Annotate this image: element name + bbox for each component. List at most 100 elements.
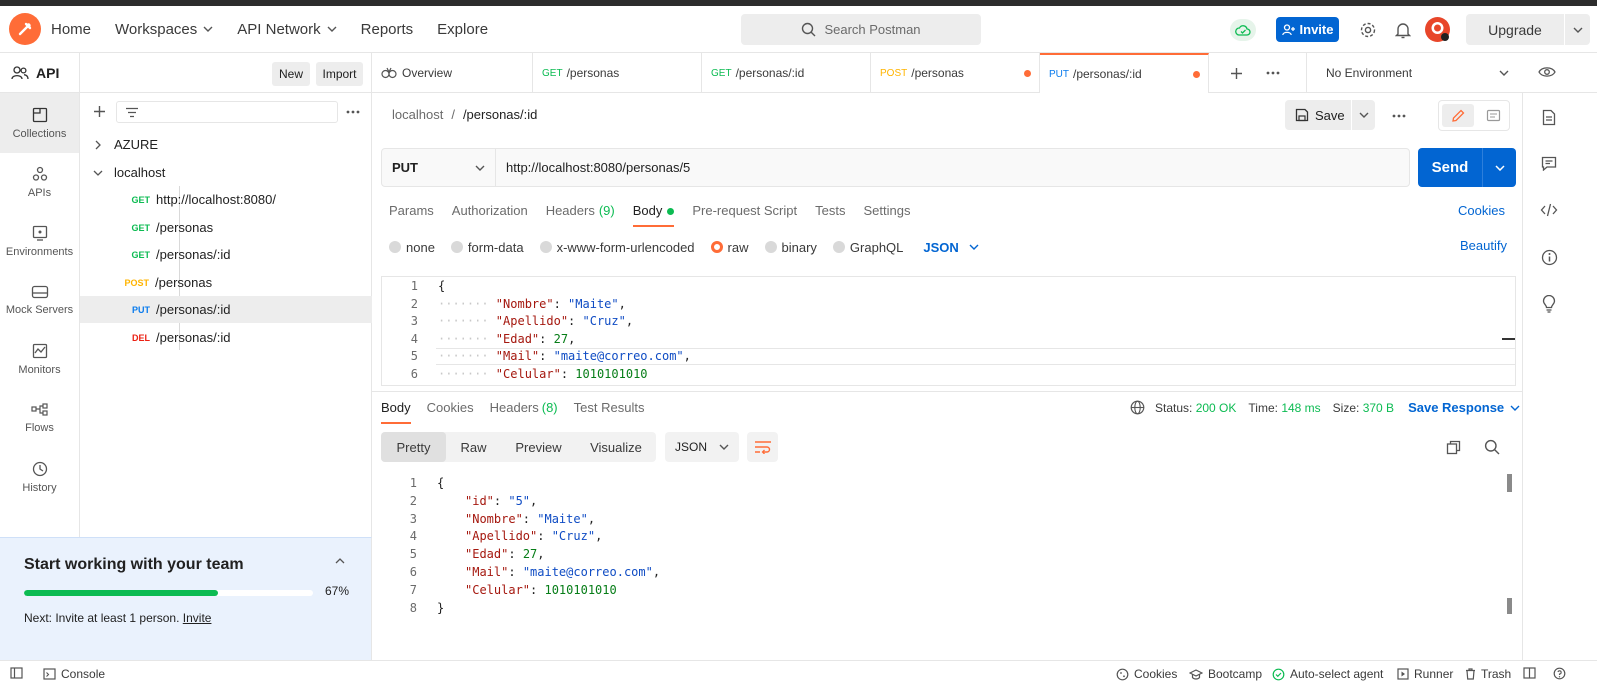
invite-button[interactable]: Invite — [1276, 17, 1339, 42]
runner-button[interactable]: Runner — [1397, 667, 1453, 681]
save-response-button[interactable]: Save Response — [1408, 400, 1520, 415]
notifications-bell-icon[interactable] — [1392, 19, 1414, 41]
rail-flows[interactable]: Flows — [0, 388, 79, 448]
body-type-urlencoded[interactable]: x-www-form-urlencoded — [539, 240, 695, 255]
body-type-form-data[interactable]: form-data — [450, 240, 524, 255]
raw-language-select[interactable]: JSON — [923, 240, 979, 255]
postman-logo-icon[interactable] — [9, 13, 41, 45]
status-value[interactable]: 200 OK — [1196, 401, 1237, 415]
search-icon[interactable] — [1483, 438, 1501, 456]
edit-pencil-icon[interactable] — [1442, 104, 1474, 127]
breadcrumb-collection[interactable]: localhost — [392, 107, 443, 122]
auto-select-agent-button[interactable]: Auto-select agent — [1272, 667, 1383, 681]
documentation-icon[interactable] — [1539, 107, 1559, 127]
comments-icon[interactable] — [1539, 153, 1559, 173]
breadcrumb-request[interactable]: /personas/:id — [463, 107, 537, 122]
body-type-binary[interactable]: binary — [764, 240, 817, 255]
response-scrollbar-bottom[interactable] — [1507, 598, 1512, 614]
toggle-sidebar-icon[interactable] — [10, 667, 23, 679]
tab-tests[interactable]: Tests — [815, 199, 845, 226]
new-tab-plus-icon[interactable] — [1230, 67, 1243, 80]
format-visualize[interactable]: Visualize — [576, 432, 656, 462]
resp-tab-headers[interactable]: Headers (8) — [490, 400, 558, 424]
cookies-link[interactable]: Cookies — [1458, 203, 1505, 218]
copy-icon[interactable] — [1444, 438, 1462, 456]
tab-body[interactable]: Body — [632, 199, 675, 227]
collapse-chevron-icon[interactable] — [335, 558, 345, 564]
response-scrollbar-thumb[interactable] — [1507, 474, 1512, 492]
request-del-persona-id[interactable]: DEL /personas/:id — [80, 324, 372, 351]
rail-mock-servers[interactable]: Mock Servers — [0, 270, 79, 330]
rail-history[interactable]: History — [0, 447, 79, 507]
tab-get-persona-id[interactable]: GET /personas/:id — [702, 53, 871, 93]
size-value[interactable]: 370 B — [1363, 401, 1394, 415]
collection-azure[interactable]: AZURE — [80, 131, 372, 158]
new-button[interactable]: New — [272, 62, 310, 86]
import-button[interactable]: Import — [316, 62, 363, 86]
trash-button[interactable]: Trash — [1465, 667, 1511, 681]
chevron-down-icon[interactable] — [1359, 112, 1369, 118]
two-pane-layout-icon[interactable] — [1523, 667, 1536, 679]
lightbulb-icon[interactable] — [1539, 294, 1559, 314]
info-icon[interactable] — [1539, 247, 1559, 267]
response-language-select[interactable]: JSON — [665, 432, 739, 462]
send-button[interactable]: Send — [1418, 148, 1516, 187]
tab-put-persona-id[interactable]: PUT /personas/:id — [1040, 53, 1209, 93]
nav-home[interactable]: Home — [51, 21, 91, 38]
cookies-status-button[interactable]: Cookies — [1116, 667, 1177, 681]
collection-localhost[interactable]: localhost — [80, 159, 372, 186]
chevron-down-icon[interactable] — [1565, 27, 1590, 33]
help-icon[interactable] — [1553, 667, 1566, 680]
request-more-icon[interactable] — [1392, 114, 1406, 118]
request-get-persona-id[interactable]: GET /personas/:id — [80, 241, 372, 268]
code-snippet-icon[interactable] — [1539, 200, 1559, 220]
sync-status-icon[interactable] — [1230, 19, 1256, 41]
tab-overview[interactable]: Overview — [372, 53, 533, 93]
global-search[interactable]: Search Postman — [741, 14, 981, 45]
rail-collections[interactable]: Collections — [0, 93, 79, 153]
more-options-icon[interactable] — [346, 110, 360, 114]
body-type-raw[interactable]: raw — [710, 240, 749, 255]
tab-post-personas[interactable]: POST /personas — [871, 53, 1040, 93]
time-value[interactable]: 148 ms — [1281, 401, 1320, 415]
bootcamp-button[interactable]: Bootcamp — [1189, 667, 1262, 681]
settings-gear-icon[interactable] — [1357, 19, 1379, 41]
request-get-root[interactable]: GET http://localhost:8080/ — [80, 186, 372, 213]
format-pretty[interactable]: Pretty — [381, 432, 446, 462]
format-raw[interactable]: Raw — [446, 432, 501, 462]
nav-reports[interactable]: Reports — [361, 21, 414, 38]
user-avatar[interactable] — [1425, 17, 1450, 42]
send-options-chevron-icon[interactable] — [1483, 164, 1516, 171]
beautify-link[interactable]: Beautify — [1460, 238, 1507, 253]
resp-tab-test-results[interactable]: Test Results — [574, 400, 645, 424]
tabs-more-icon[interactable] — [1266, 71, 1280, 75]
wrap-lines-icon[interactable] — [747, 432, 778, 462]
comment-mode-icon[interactable] — [1477, 104, 1509, 127]
rail-apis[interactable]: APIs — [0, 152, 79, 212]
body-type-graphql[interactable]: GraphQL — [832, 240, 903, 255]
rail-environments[interactable]: Environments — [0, 211, 79, 271]
resp-tab-body[interactable]: Body — [381, 400, 411, 424]
tab-params[interactable]: Params — [389, 199, 434, 226]
request-get-personas[interactable]: GET /personas — [80, 214, 372, 241]
save-button[interactable]: Save — [1285, 100, 1375, 130]
team-invite-link[interactable]: Invite — [183, 611, 212, 625]
nav-workspaces[interactable]: Workspaces — [115, 21, 213, 38]
tab-authorization[interactable]: Authorization — [452, 199, 528, 226]
environment-selector[interactable]: No Environment — [1306, 53, 1521, 93]
environment-eye-icon[interactable] — [1538, 66, 1556, 78]
nav-api-network[interactable]: API Network — [237, 21, 337, 38]
console-button[interactable]: Console — [43, 667, 105, 681]
body-type-none[interactable]: none — [389, 240, 435, 255]
format-preview[interactable]: Preview — [501, 432, 576, 462]
globe-icon[interactable] — [1130, 400, 1145, 415]
tab-headers[interactable]: Headers (9) — [546, 199, 615, 226]
http-method-select[interactable]: PUT — [382, 149, 496, 186]
url-input[interactable]: http://localhost:8080/personas/5 — [496, 149, 1409, 186]
tab-settings[interactable]: Settings — [863, 199, 910, 226]
tab-get-personas[interactable]: GET /personas — [533, 53, 702, 93]
nav-explore[interactable]: Explore — [437, 21, 488, 38]
upgrade-button[interactable]: Upgrade — [1466, 14, 1590, 45]
request-post-personas[interactable]: POST /personas — [80, 269, 372, 296]
resp-tab-cookies[interactable]: Cookies — [427, 400, 474, 424]
